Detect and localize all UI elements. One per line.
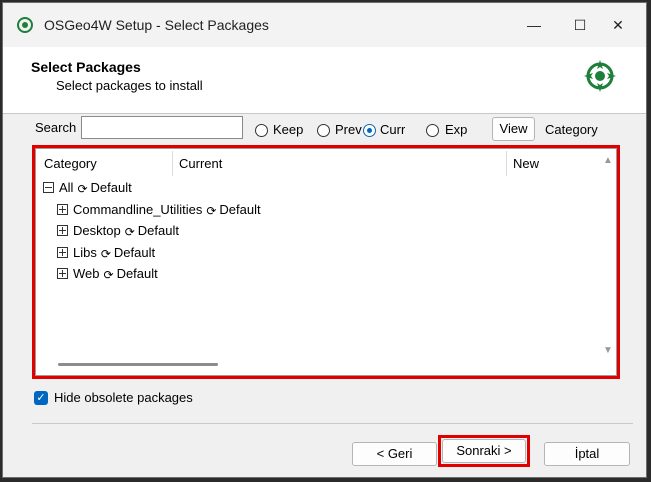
tree-item-action: Default: [219, 202, 261, 217]
tree-row[interactable]: Libs ⟳ Default: [57, 243, 155, 263]
tree-row[interactable]: Web ⟳ Default: [57, 264, 158, 284]
tree-row[interactable]: Commandline_Utilities ⟳ Default: [57, 200, 261, 220]
footer-divider: [32, 423, 633, 424]
page-subtitle: Select packages to install: [56, 78, 203, 93]
back-button[interactable]: < Geri: [352, 442, 437, 466]
search-label: Search: [35, 120, 77, 135]
tree-item-action: Default: [116, 266, 158, 281]
minimize-button[interactable]: —: [511, 3, 557, 47]
cycle-action-icon[interactable]: ⟳: [101, 244, 111, 264]
page-title: Select Packages: [31, 59, 141, 75]
tree-item-action: Default: [90, 180, 132, 195]
window-title: OSGeo4W Setup - Select Packages: [44, 17, 269, 33]
tree-item-name: Web: [73, 266, 100, 281]
vertical-scrollbar[interactable]: ▲ ▼: [599, 149, 616, 375]
expand-icon[interactable]: [57, 225, 68, 237]
tree-item-action: Default: [113, 245, 156, 260]
cancel-button[interactable]: İptal: [544, 442, 630, 466]
setup-window: OSGeo4W Setup - Select Packages — ☐ ✕ Se…: [2, 2, 647, 478]
tree-item-name: Desktop: [73, 223, 121, 238]
tree-item-name: All: [59, 180, 74, 195]
prev-label: Prev: [335, 122, 362, 137]
curr-label: Curr: [380, 122, 405, 137]
scroll-up-icon[interactable]: ▲: [603, 155, 613, 166]
title-bar: OSGeo4W Setup - Select Packages — ☐ ✕: [3, 3, 646, 47]
tree-item-name: Commandline_Utilities: [73, 202, 203, 217]
page-header: Select Packages Select packages to insta…: [3, 47, 646, 114]
expand-icon[interactable]: [57, 204, 68, 216]
keep-radio[interactable]: [255, 124, 268, 137]
prev-radio[interactable]: [317, 124, 330, 137]
osgeo-logo-icon: [584, 60, 616, 92]
view-button[interactable]: View: [492, 117, 535, 141]
cycle-action-icon[interactable]: ⟳: [125, 222, 135, 242]
osgeo-app-icon: [17, 17, 33, 33]
column-header-category[interactable]: Category: [38, 151, 173, 176]
close-button[interactable]: ✕: [595, 3, 641, 47]
tree-row-all[interactable]: All ⟳ Default: [43, 178, 132, 198]
column-header-current[interactable]: Current: [173, 151, 507, 176]
tree-item-action: Default: [137, 223, 179, 238]
cycle-action-icon[interactable]: ⟳: [77, 179, 87, 199]
horizontal-scrollbar-thumb[interactable]: [58, 363, 218, 366]
keep-label: Keep: [273, 122, 304, 137]
hide-obsolete-checkbox[interactable]: ✓: [34, 391, 48, 405]
scroll-down-icon[interactable]: ▼: [603, 345, 613, 356]
exp-label: Exp: [445, 122, 468, 137]
curr-radio[interactable]: [363, 124, 376, 137]
column-header-new[interactable]: New: [507, 151, 602, 176]
collapse-icon[interactable]: [43, 182, 54, 194]
tree-item-name: Libs: [73, 245, 97, 260]
search-input[interactable]: [81, 116, 243, 139]
tree-row[interactable]: Desktop ⟳ Default: [57, 221, 179, 241]
package-tree-highlight: Category Current New All ⟳ Default Command…: [32, 145, 620, 379]
expand-icon[interactable]: [57, 247, 68, 259]
next-button[interactable]: Sonraki >: [442, 439, 526, 463]
hide-obsolete-label: Hide obsolete packages: [54, 390, 193, 405]
exp-radio[interactable]: [426, 124, 439, 137]
cycle-action-icon[interactable]: ⟳: [104, 265, 114, 285]
expand-icon[interactable]: [57, 268, 68, 280]
view-mode-label: Category: [545, 122, 598, 137]
package-tree[interactable]: Category Current New All ⟳ Default Command…: [35, 148, 617, 376]
cycle-action-icon[interactable]: ⟳: [206, 201, 216, 221]
